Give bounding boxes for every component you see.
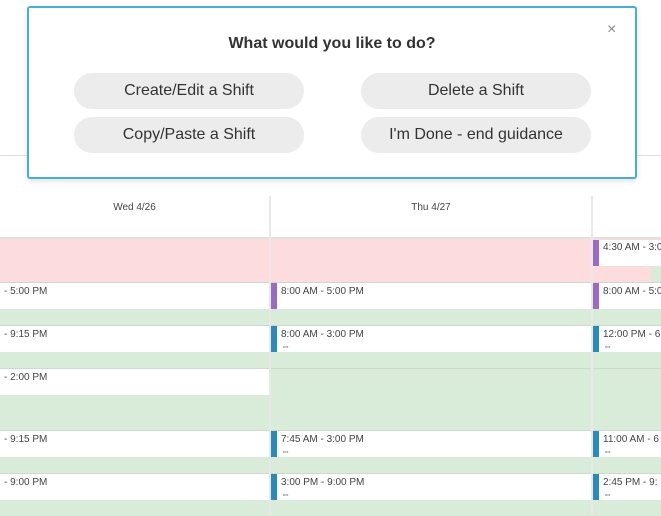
guidance-dialog: What would you like to do? × Create/Edit… (27, 6, 637, 179)
shift-marker (593, 474, 599, 500)
shift-time[interactable]: 7:45 AM - 3:00 PM (281, 434, 364, 446)
copy-paste-shift-button[interactable]: Copy/Paste a Shift (74, 117, 304, 153)
shift-time[interactable]: 2:45 PM - 9: (603, 477, 657, 489)
close-icon[interactable]: × (607, 21, 616, 39)
shift-time[interactable]: - 5:00 PM (4, 286, 47, 298)
shift-time[interactable]: 8:00 AM - 5:0 (603, 286, 661, 298)
shift-marker (593, 431, 599, 457)
shift-time[interactable]: 8:00 AM - 5:00 PM (281, 286, 364, 298)
shift-time[interactable]: - 2:00 PM (4, 372, 47, 384)
column-divider (269, 196, 271, 516)
shift-time[interactable]: 8:00 AM - 3:00 PM (281, 329, 364, 341)
shift-marker (271, 431, 277, 457)
shift-marker (271, 283, 277, 309)
link-icon: ⇔ (281, 446, 290, 456)
column-divider (591, 196, 593, 516)
shift-marker (593, 283, 599, 309)
link-icon: ⇔ (603, 446, 612, 456)
shift-time[interactable]: - 9:15 PM (4, 434, 47, 446)
end-guidance-button[interactable]: I'm Done - end guidance (361, 117, 591, 153)
day-header-wed: Wed 4/26 (0, 198, 269, 238)
row-unavailable (0, 239, 661, 282)
shift-marker (593, 326, 599, 352)
day-header-thu: Thu 4/27 (271, 198, 591, 238)
shift-time[interactable]: - 9:15 PM (4, 329, 47, 341)
shift-time[interactable]: 11:00 AM - 6 (603, 434, 659, 446)
shift-marker (271, 474, 277, 500)
day-header-label: Wed 4/26 (113, 202, 156, 213)
shift-marker (593, 240, 599, 266)
shift-time[interactable]: 12:00 PM - 6 (603, 329, 660, 341)
shift-time[interactable]: - 9:00 PM (4, 477, 47, 489)
dialog-title: What would you like to do? (228, 35, 436, 52)
link-icon: ⇔ (281, 341, 290, 351)
day-header-label: Thu 4/27 (411, 202, 451, 213)
shift-marker (271, 326, 277, 352)
available-strip (651, 266, 661, 282)
link-icon: ⇔ (603, 341, 612, 351)
schedule-page: Mon 4/24 - Sat 4/29 Wed 4/26 Thu 4/27 4:… (0, 0, 661, 516)
link-icon: ⇔ (603, 489, 612, 499)
shift-time[interactable]: 3:00 PM - 9:00 PM (281, 477, 364, 489)
link-icon: ⇔ (281, 489, 290, 499)
create-edit-shift-button[interactable]: Create/Edit a Shift (74, 73, 304, 109)
shift-time[interactable]: 4:30 AM - 3:0 (603, 242, 661, 254)
delete-shift-button[interactable]: Delete a Shift (361, 73, 591, 109)
